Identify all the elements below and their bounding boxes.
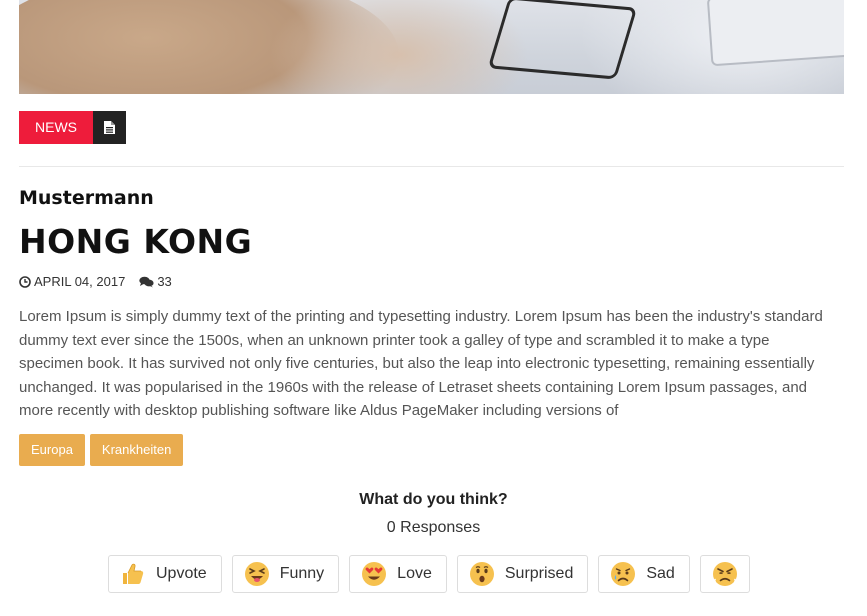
post-meta: APRIL 04, 2017 33: [19, 274, 172, 289]
sad-label: Sad: [646, 565, 675, 582]
reactions-question: What do you think?: [359, 491, 508, 508]
featured-image[interactable]: [19, 0, 844, 94]
post-author[interactable]: Mustermann: [19, 187, 154, 209]
thumbs-up-icon: [120, 561, 146, 587]
divider: [19, 166, 844, 167]
tag-krankheiten[interactable]: Krankheiten: [89, 434, 184, 466]
post-badges: NEWS: [19, 111, 126, 144]
funny-label: Funny: [279, 565, 325, 582]
surprised-label: Surprised: [504, 565, 574, 582]
upvote-label: Upvote: [156, 565, 207, 582]
document-icon[interactable]: [93, 111, 126, 144]
clock-icon: [19, 275, 31, 288]
laughing-emoji-icon: [244, 561, 270, 587]
comment-count: 33: [157, 274, 172, 289]
surprised-button[interactable]: Surprised: [456, 555, 589, 593]
post-date: APRIL 04, 2017: [34, 274, 126, 289]
sad-button[interactable]: Sad: [598, 555, 690, 593]
reactions-bar: Upvote Funny Love Surprised Sad: [108, 555, 750, 593]
funny-button[interactable]: Funny: [231, 555, 340, 593]
tag-europa[interactable]: Europa: [19, 434, 85, 466]
category-badge[interactable]: NEWS: [19, 111, 93, 144]
love-button[interactable]: Love: [349, 555, 447, 593]
angry-button[interactable]: [699, 555, 750, 593]
tag-list: Europa Krankheiten: [19, 434, 184, 466]
upvote-button[interactable]: Upvote: [108, 555, 222, 593]
post-title[interactable]: HONG KONG: [19, 222, 252, 261]
reactions-count: 0 Responses: [386, 519, 481, 536]
post-excerpt: Lorem Ipsum is simply dummy text of the …: [19, 308, 823, 419]
sad-emoji-icon: [610, 561, 636, 587]
love-label: Love: [397, 565, 432, 582]
heart-eyes-emoji-icon: [361, 561, 387, 587]
angry-emoji-icon: [712, 561, 738, 587]
surprised-emoji-icon: [469, 561, 495, 587]
comments-link[interactable]: 33: [139, 274, 172, 289]
comments-icon: [139, 276, 154, 288]
